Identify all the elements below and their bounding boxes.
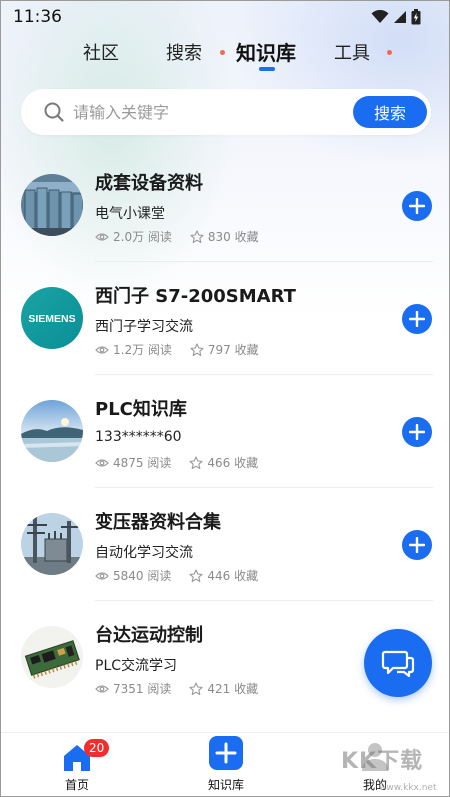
add-button[interactable]	[402, 530, 432, 560]
status-bar: 11:36	[1, 1, 449, 33]
read-count-text: 1.2万 阅读	[113, 343, 172, 357]
watermark-text: KK下载	[341, 749, 424, 774]
status-time: 11:36	[13, 7, 62, 27]
chat-fab[interactable]	[364, 629, 432, 697]
read-count-text: 7351 阅读	[113, 682, 172, 696]
read-count-text: 5840 阅读	[113, 569, 172, 583]
nav-home[interactable]: 20 首页	[32, 733, 122, 796]
favorite-count: 830 收藏	[190, 228, 259, 245]
add-button[interactable]	[402, 191, 432, 221]
item-title: 台达运动控制	[95, 625, 203, 646]
item-subtitle: 电气小课堂	[95, 206, 165, 222]
plus-icon	[409, 311, 425, 327]
notification-badge: 20	[84, 739, 110, 757]
star-icon	[190, 229, 204, 243]
app-screen: 11:36 社区 搜索 知识库 工具 请输入关键字 搜索 成套设备资料 电气小课…	[0, 0, 450, 797]
read-count: 7351 阅读	[95, 680, 171, 697]
top-tabs: 社区 搜索 知识库 工具	[1, 37, 449, 73]
star-icon	[189, 681, 203, 695]
read-count-text: 4875 阅读	[113, 456, 172, 470]
add-button[interactable]	[402, 417, 432, 447]
star-icon	[189, 455, 203, 469]
add-square-icon	[209, 736, 243, 770]
favorite-count-text: 830 收藏	[207, 230, 259, 244]
list-item[interactable]: PLC知识库 133******60 4875 阅读 466 收藏	[1, 375, 449, 488]
list-item[interactable]: SIEMENS 西门子 S7-200SMART 西门子学习交流 1.2万 阅读 …	[1, 262, 449, 375]
item-thumbnail	[21, 174, 83, 236]
item-subtitle: 西门子学习交流	[95, 319, 193, 335]
item-stats: 1.2万 阅读 797 收藏	[95, 341, 277, 358]
star-icon	[190, 342, 204, 356]
eye-icon	[95, 232, 109, 241]
eye-icon	[95, 345, 109, 354]
favorite-count: 466 收藏	[189, 454, 258, 471]
item-thumbnail	[21, 513, 83, 575]
list-item[interactable]: 成套设备资料 电气小课堂 2.0万 阅读 830 收藏	[1, 149, 449, 262]
read-count: 1.2万 阅读	[95, 341, 172, 358]
read-count: 5840 阅读	[95, 567, 171, 584]
plus-icon	[409, 537, 425, 553]
item-title: PLC知识库	[95, 399, 187, 420]
item-stats: 7351 阅读 421 收藏	[95, 680, 276, 697]
read-count: 4875 阅读	[95, 454, 171, 471]
star-icon	[189, 568, 203, 582]
status-icons	[371, 9, 421, 25]
item-stats: 2.0万 阅读 830 收藏	[95, 228, 277, 245]
tab-search-dot	[220, 50, 225, 55]
add-button[interactable]	[402, 304, 432, 334]
item-subtitle: 133******60	[95, 429, 182, 445]
tab-tools-dot	[387, 50, 392, 55]
tab-community[interactable]: 社区	[83, 39, 119, 65]
battery-icon	[411, 9, 421, 25]
favorite-count: 446 收藏	[189, 567, 258, 584]
tab-knowledge-base[interactable]: 知识库	[236, 37, 296, 66]
tab-tools[interactable]: 工具	[334, 39, 370, 65]
favorite-count: 797 收藏	[190, 341, 259, 358]
favorite-count-text: 421 收藏	[207, 682, 259, 696]
plus-icon	[409, 424, 425, 440]
plus-icon	[409, 198, 425, 214]
active-tab-indicator	[259, 67, 275, 71]
search-input[interactable]	[73, 99, 343, 125]
favorite-count: 421 收藏	[189, 680, 258, 697]
item-subtitle: 自动化学习交流	[95, 545, 193, 561]
eye-icon	[95, 684, 109, 693]
siemens-logo-text: SIEMENS	[28, 313, 75, 325]
search-bar: 搜索	[21, 89, 431, 135]
favorite-count-text: 466 收藏	[207, 456, 259, 470]
wifi-icon	[371, 10, 389, 23]
nav-knowledge-base[interactable]: 知识库	[181, 733, 271, 796]
tab-search[interactable]: 搜索	[166, 39, 202, 65]
search-button[interactable]: 搜索	[353, 96, 427, 128]
read-count-text: 2.0万 阅读	[113, 230, 172, 244]
item-thumbnail	[21, 400, 83, 462]
item-stats: 5840 阅读 446 收藏	[95, 567, 276, 584]
list-item[interactable]: 变压器资料合集 自动化学习交流 5840 阅读 446 收藏	[1, 488, 449, 601]
read-count: 2.0万 阅读	[95, 228, 172, 245]
signal-icon	[394, 11, 406, 23]
favorite-count-text: 446 收藏	[207, 569, 259, 583]
watermark-url: www.kkx.net	[379, 783, 437, 793]
eye-icon	[95, 571, 109, 580]
item-title: 变压器资料合集	[95, 512, 221, 533]
nav-home-label: 首页	[64, 778, 89, 792]
item-title: 西门子 S7-200SMART	[95, 286, 296, 307]
item-subtitle: PLC交流学习	[95, 658, 178, 674]
item-thumbnail: SIEMENS	[21, 287, 83, 349]
eye-icon	[95, 458, 109, 467]
item-thumbnail	[21, 626, 83, 688]
item-stats: 4875 阅读 466 收藏	[95, 454, 276, 471]
search-icon	[44, 102, 64, 122]
chat-bubbles-icon	[381, 650, 415, 678]
favorite-count-text: 797 收藏	[207, 343, 259, 357]
item-title: 成套设备资料	[95, 173, 203, 194]
nav-knowledge-base-label: 知识库	[207, 778, 244, 792]
